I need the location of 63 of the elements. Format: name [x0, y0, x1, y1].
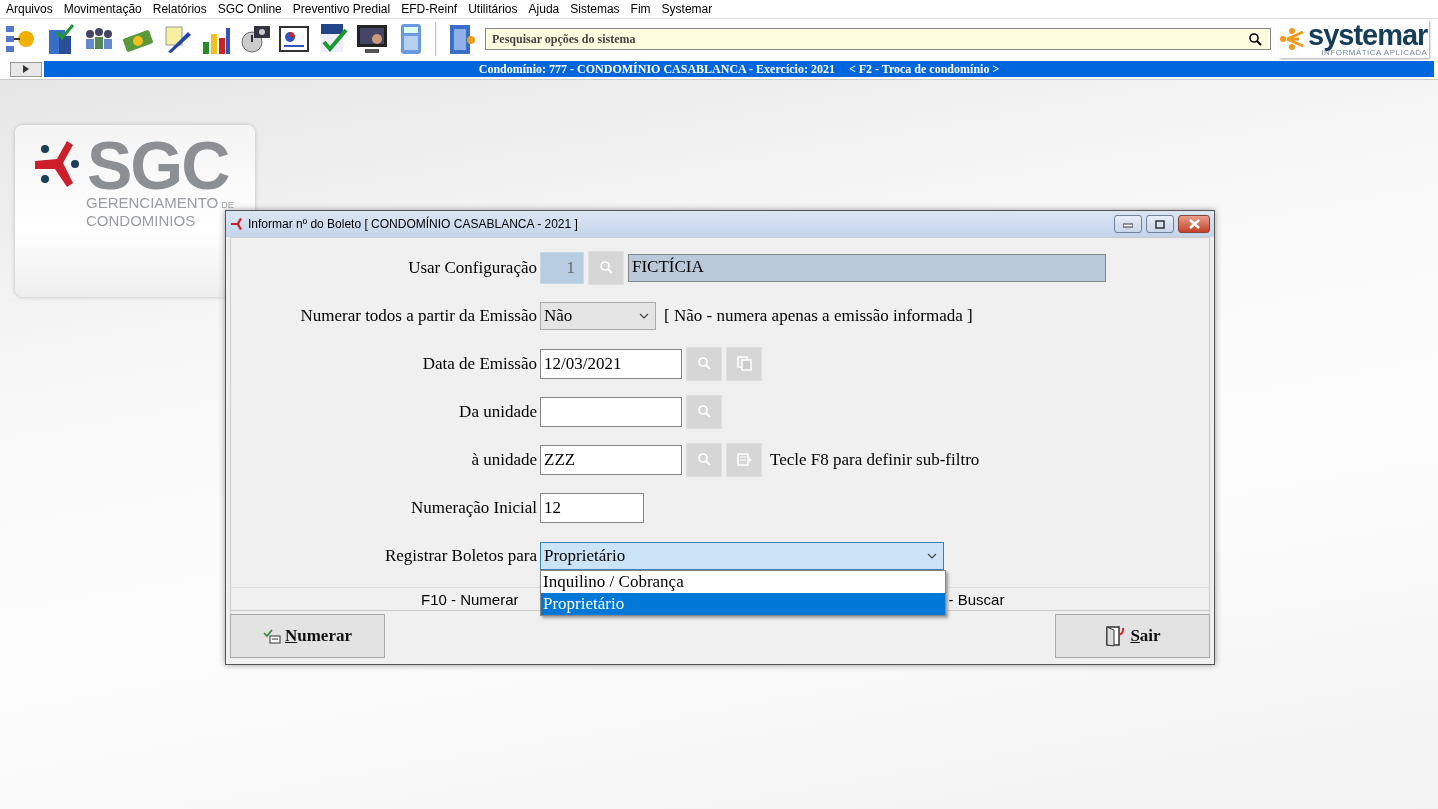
maximize-button[interactable]: [1146, 215, 1174, 233]
tripod-icon: [230, 217, 244, 231]
expand-button[interactable]: [10, 61, 42, 77]
hint-text: [ Não - numera apenas a emissão informada ]: [664, 305, 973, 326]
minimize-icon: [1123, 220, 1133, 228]
shortcut-hint: - Buscar: [948, 590, 1005, 608]
list-icon: [736, 452, 752, 467]
date-field[interactable]: 12/03/2021: [540, 348, 682, 379]
context-hint: < F2 - Troca de condomínio >: [848, 61, 1000, 77]
menu-item[interactable]: Utilitários: [464, 2, 525, 16]
code-field[interactable]: 1: [540, 251, 584, 284]
field-label: Data de Emissão: [421, 353, 537, 374]
menu-item[interactable]: SGC Online: [213, 2, 289, 16]
number-button[interactable]: Numerar: [230, 614, 385, 658]
name-field: FICTÍCIA: [628, 253, 1106, 282]
logo-text: DE: [221, 199, 234, 212]
maximize-icon: [1155, 219, 1165, 229]
input-field[interactable]: ZZZ: [540, 444, 682, 475]
context-text: Condomínio: 777 - CONDOMÍNIO CASABLANCA - Exercício: 2021: [478, 61, 835, 77]
chevron-icon: [927, 552, 937, 559]
menu-item[interactable]: Sistemas: [566, 2, 627, 16]
search-icon: [696, 452, 712, 467]
field-label: Registrar Boletos para: [384, 545, 537, 566]
play-icon: [23, 65, 29, 73]
menu-item[interactable]: EFD-Reinf: [397, 2, 465, 16]
menu-item[interactable]: Ajuda: [524, 2, 567, 16]
search-icon: [696, 356, 712, 371]
field-label: Numerar todos a partir da Emissão: [299, 305, 537, 326]
menu-item[interactable]: Movimentação: [59, 2, 149, 16]
field-label: Usar Configuração: [407, 257, 537, 278]
chevron-icon: [639, 312, 649, 319]
menu-item[interactable]: Preventivo Predial: [288, 2, 398, 16]
number-field[interactable]: 12: [540, 492, 644, 523]
monitor-icon[interactable]: [355, 22, 389, 56]
menu-item[interactable]: Systemar: [657, 2, 720, 16]
logo-text: GERENCIAMENTO: [86, 195, 219, 210]
close-icon: [1188, 219, 1200, 229]
logo-title: SGC: [87, 135, 229, 195]
close-button[interactable]: [1178, 215, 1210, 233]
field-label: Da unidade: [458, 401, 537, 422]
dropdown-field[interactable]: Proprietário: [540, 541, 944, 570]
menu-item[interactable]: Fim: [626, 2, 658, 16]
check-list-icon: [262, 628, 281, 644]
search-icon: [696, 404, 712, 419]
copy-icon: [736, 356, 752, 371]
input-field[interactable]: [540, 396, 682, 427]
hint-text: Tecle F8 para definir sub-filtro: [770, 449, 980, 470]
search-field[interactable]: Pesquisar opções do sistema: [485, 28, 1271, 50]
minimize-button[interactable]: [1114, 215, 1142, 233]
dropdown-option[interactable]: Inquilino / Cobrança: [541, 570, 945, 593]
menu-item[interactable]: Arquivos: [2, 2, 60, 16]
logo-text: CONDOMINIOS: [86, 213, 196, 228]
menu-item[interactable]: Relatórios: [148, 2, 214, 16]
door-exit-icon: [1104, 625, 1127, 647]
field-label: à unidade: [470, 449, 537, 470]
search-icon: [1248, 32, 1263, 47]
window-title: Informar nº do Boleto [ CONDOMÍNIO CASABLANCA - 2021 ]: [248, 217, 579, 231]
dropdown-option[interactable]: Proprietário: [541, 592, 945, 615]
select-field[interactable]: Não: [540, 301, 656, 330]
shortcut-hint: F10 - Numerar: [421, 590, 519, 608]
search-icon: [598, 260, 614, 275]
exit-button[interactable]: Sair: [1055, 614, 1210, 658]
field-label: Numeração Inicial: [410, 497, 537, 518]
